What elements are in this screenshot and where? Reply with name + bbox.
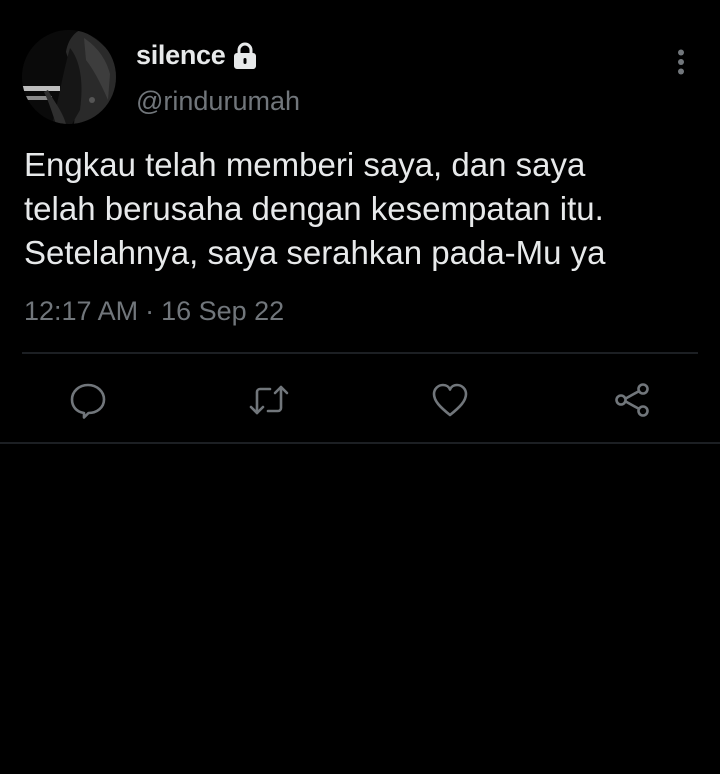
- avatar-image: [22, 30, 116, 124]
- reply-button[interactable]: [66, 378, 110, 422]
- retweet-button[interactable]: [247, 378, 291, 422]
- lock-icon: [231, 41, 259, 71]
- handle[interactable]: @rindurumah: [136, 86, 300, 117]
- timestamp-separator: ·: [145, 296, 155, 326]
- share-icon: [615, 383, 649, 417]
- share-button[interactable]: [610, 378, 654, 422]
- display-name[interactable]: silence: [136, 40, 226, 71]
- more-options-button[interactable]: [664, 44, 698, 80]
- retweet-icon: [249, 385, 289, 415]
- display-name-row: silence: [136, 40, 259, 71]
- tweet-time: 12:17 AM: [24, 296, 139, 326]
- like-button[interactable]: [428, 378, 472, 422]
- tweet: silence @rindurumah Engkau telah memberi…: [0, 0, 720, 444]
- tweet-timestamp[interactable]: 12:17 AM · 16 Sep 22: [24, 296, 284, 327]
- avatar[interactable]: [22, 30, 116, 124]
- more-vertical-icon: [678, 49, 684, 75]
- tweet-text: Engkau telah memberi saya, dan saya tela…: [24, 146, 606, 271]
- reply-icon: [70, 383, 106, 419]
- heart-icon: [432, 383, 468, 417]
- divider: [22, 352, 698, 354]
- tweet-date: 16 Sep 22: [161, 296, 285, 326]
